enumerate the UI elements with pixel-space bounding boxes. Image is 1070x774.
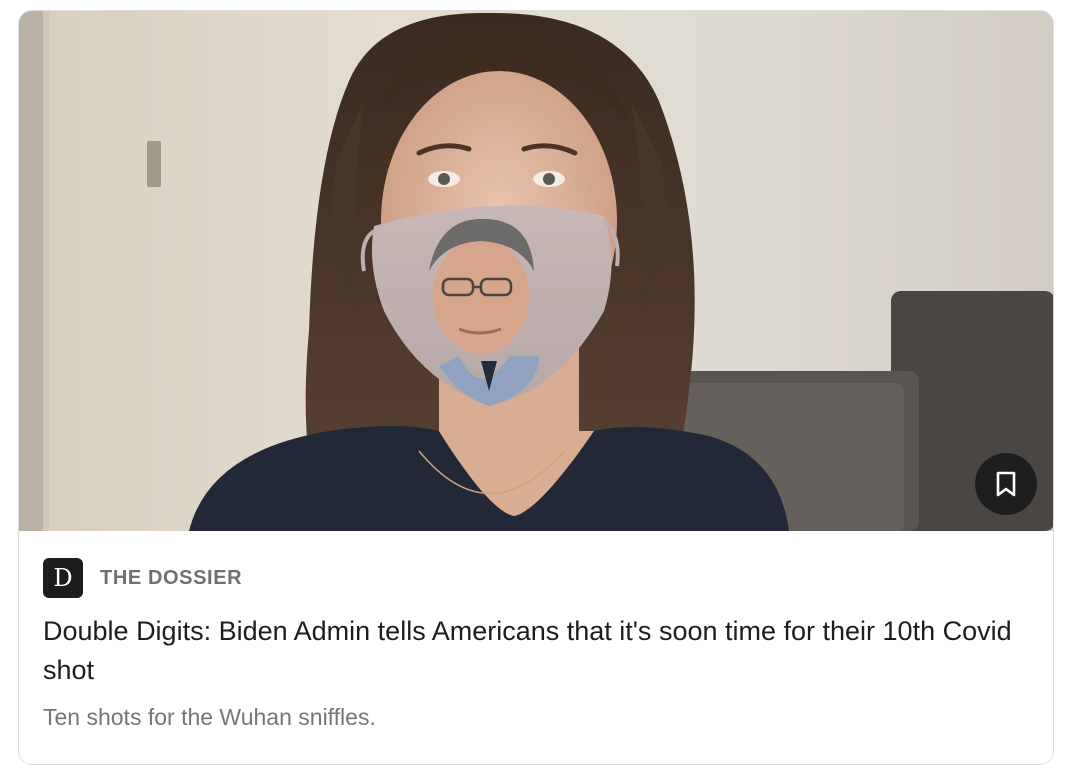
publication-name[interactable]: THE DOSSIER	[100, 567, 242, 590]
cover-photo	[19, 11, 1053, 531]
publication-logo-letter: D	[53, 564, 73, 592]
post-meta: D THE DOSSIER Double Digits: Biden Admin…	[19, 558, 1053, 732]
post-card[interactable]: D THE DOSSIER Double Digits: Biden Admin…	[18, 10, 1054, 765]
bookmark-button[interactable]	[975, 453, 1037, 515]
post-title[interactable]: Double Digits: Biden Admin tells America…	[43, 612, 1029, 690]
publication-row[interactable]: D THE DOSSIER	[43, 558, 1029, 598]
publication-logo[interactable]: D	[43, 558, 83, 598]
post-cover-image[interactable]	[19, 11, 1053, 531]
bookmark-icon	[996, 471, 1016, 497]
post-subtitle: Ten shots for the Wuhan sniffles.	[43, 704, 376, 730]
